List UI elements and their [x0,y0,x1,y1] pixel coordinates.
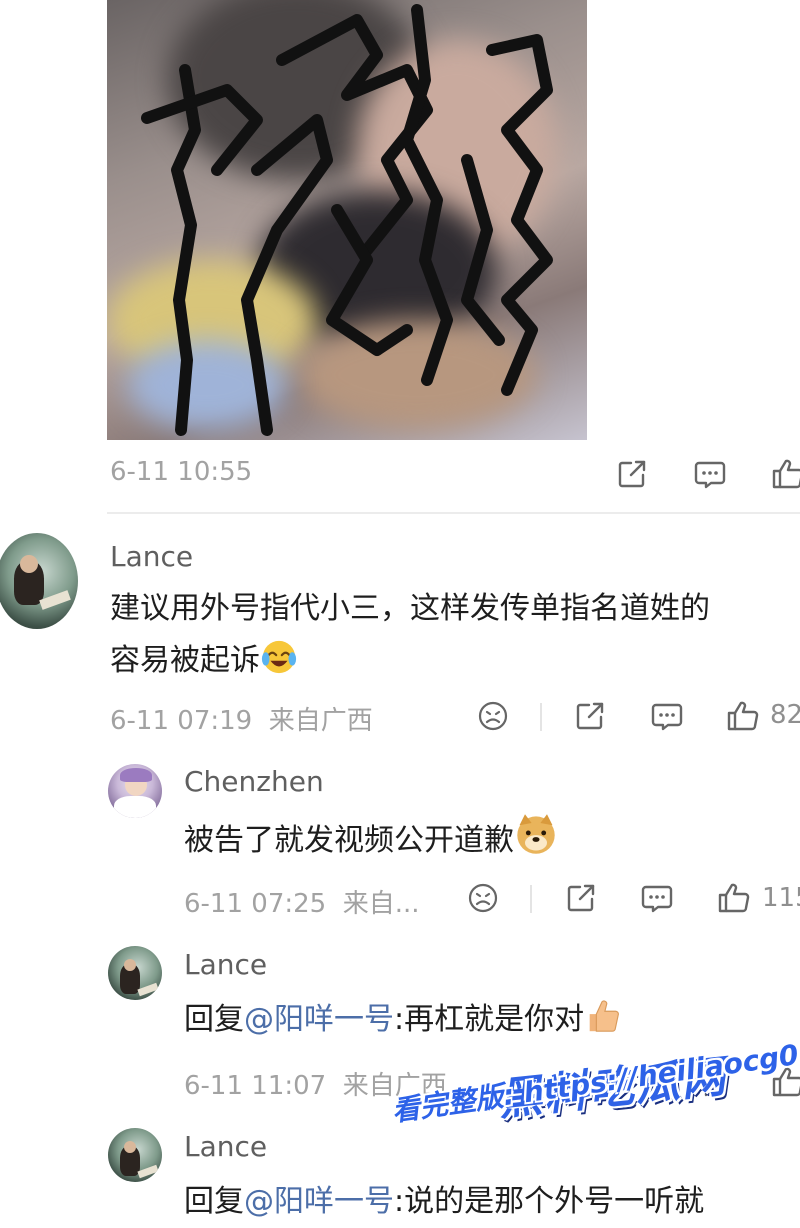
comment-icon[interactable] [639,880,675,916]
share-icon[interactable] [572,698,608,734]
like-icon[interactable] [716,880,752,916]
mention-link[interactable]: @阳咩一号 [244,1002,394,1037]
commenter-name[interactable]: Lance [110,540,193,573]
comment-text-content: :再杠就是你对 [394,1002,585,1037]
commenter-name[interactable]: Chenzhen [184,765,324,798]
share-icon[interactable] [614,456,650,492]
comment-text-content: :说的是那个外号一听就 [394,1184,705,1219]
comment-text-content: 被告了就发视频公开道歉 [184,823,514,858]
commenter-name[interactable]: Lance [184,1130,267,1163]
comment-text-line-2: 容易被起诉 [110,635,710,687]
comment-icon[interactable] [692,456,728,492]
avatar[interactable] [108,1128,162,1182]
share-icon[interactable] [563,880,599,916]
comment-text-line: 建议用外号指代小三，这样发传单指名道姓的 [110,591,710,626]
avatar[interactable] [108,764,162,818]
like-icon[interactable] [725,698,761,734]
avatar[interactable] [108,946,162,1000]
doge-emoji [517,814,555,854]
divider [107,512,800,514]
thumbs-up-emoji [589,1000,620,1032]
laughing-crying-emoji [261,640,297,674]
commenter-name[interactable]: Lance [184,948,267,981]
separator [530,885,532,913]
comment-text-line: 容易被起诉 [110,643,260,678]
post-image[interactable] [107,0,587,440]
mention-link[interactable]: @阳咩一号 [244,1184,394,1219]
comment-text: 建议用外号指代小三，这样发传单指名道姓的 容易被起诉 [110,583,710,687]
comment-text: 被告了就发视频公开道歉 [184,812,558,867]
separator [540,703,542,731]
reply-prefix: 回复 [184,1002,244,1037]
avatar[interactable] [0,533,78,629]
comment-text: 回复@阳咩一号:说的是那个外号一听就 [184,1176,704,1228]
like-count: 115 [762,883,800,913]
dislike-icon[interactable] [465,880,501,916]
comment-text: 回复@阳咩一号:再杠就是你对 [184,994,622,1046]
dislike-icon[interactable] [475,698,511,734]
comment-meta: 6-11 07:25 来自... [184,889,420,919]
comment-icon[interactable] [649,698,685,734]
comment-meta: 6-11 07:19 来自广西 [110,706,373,736]
scribble-overlay [141,4,553,436]
like-count: 82 [770,700,800,730]
like-icon[interactable] [770,456,800,492]
reply-prefix: 回复 [184,1184,244,1219]
post-timestamp: 6-11 10:55 [110,457,253,487]
